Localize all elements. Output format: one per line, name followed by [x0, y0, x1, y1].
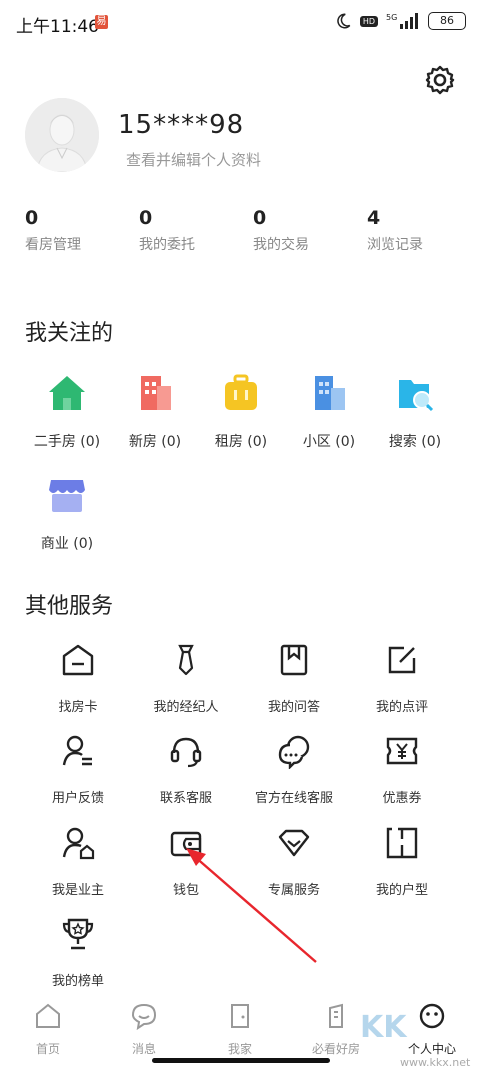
follow-label: 新房 (0) — [128, 434, 182, 450]
follow-second-hand[interactable]: 二手房 (0) — [25, 374, 109, 451]
nav-label: 我家 — [227, 1042, 252, 1056]
profile-icon — [419, 1003, 445, 1029]
status-time: 上午11:46 — [16, 17, 99, 37]
follow-label: 搜索 (0) — [388, 434, 442, 450]
nav-home[interactable]: 首页 — [0, 1002, 96, 1057]
service-my-floor-plan[interactable]: 我的户型 — [342, 825, 462, 898]
stat-value: 4 — [367, 207, 381, 229]
stat-my-transactions[interactable]: 0 我的交易 — [253, 207, 363, 254]
bookmark-icon — [280, 644, 308, 676]
service-my-rankings[interactable]: 我的榜单 — [18, 916, 138, 989]
service-label: 我是业主 — [51, 883, 104, 898]
service-label: 联系客服 — [159, 791, 212, 806]
house-icon — [49, 376, 85, 410]
service-label: 钱包 — [172, 883, 199, 898]
service-label: 找房卡 — [58, 700, 98, 715]
tower-icon — [329, 1003, 343, 1028]
follow-label: 租房 (0) — [214, 434, 268, 450]
follow-label: 小区 (0) — [302, 434, 356, 450]
stat-value: 0 — [139, 207, 153, 229]
username[interactable]: 15****98 — [118, 110, 244, 140]
follow-label: 商业 (0) — [40, 536, 94, 552]
user-feedback-icon — [62, 735, 92, 766]
stat-label: 看房管理 — [25, 237, 81, 253]
home-icon — [36, 1003, 60, 1028]
service-label: 用户反馈 — [51, 791, 104, 806]
service-exclusive-service[interactable]: 专属服务 — [234, 825, 354, 898]
owner-icon — [62, 827, 95, 860]
nav-label: 消息 — [131, 1042, 156, 1056]
floorplan-icon — [386, 827, 418, 859]
service-label: 我的户型 — [375, 883, 428, 898]
services-section-title: 其他服务 — [25, 594, 114, 619]
service-contact-support[interactable]: 联系客服 — [126, 733, 246, 806]
house-card-icon — [62, 644, 94, 676]
diamond-icon — [278, 829, 310, 857]
service-wallet[interactable]: 钱包 — [126, 825, 246, 898]
stat-value: 0 — [25, 207, 39, 229]
notification-icon: 易 — [95, 15, 108, 29]
chat-icon — [278, 735, 310, 770]
stat-label: 我的委托 — [139, 237, 195, 253]
message-icon — [131, 1003, 157, 1031]
service-i-am-owner[interactable]: 我是业主 — [18, 825, 138, 898]
hd-icon: HD — [359, 15, 378, 27]
stat-label: 浏览记录 — [367, 237, 423, 253]
follow-section-title: 我关注的 — [25, 321, 114, 346]
battery-icon: 86 — [428, 12, 466, 30]
status-bar: 上午11:46 易 HD 5G 86 — [0, 0, 480, 44]
follow-community[interactable]: 小区 (0) — [287, 374, 371, 451]
edit-profile-link[interactable]: 查看并编辑个人资料 — [126, 149, 261, 170]
service-my-qa[interactable]: 我的问答 — [234, 642, 354, 715]
nav-messages[interactable]: 消息 — [96, 1002, 192, 1057]
nav-label: 首页 — [35, 1042, 60, 1056]
signal-icon: 5G — [386, 13, 418, 29]
service-my-reviews[interactable]: 我的点评 — [342, 642, 462, 715]
wallet-icon — [170, 831, 202, 857]
stat-my-commission[interactable]: 0 我的委托 — [139, 207, 249, 254]
service-label: 我的点评 — [375, 700, 428, 715]
service-label: 优惠券 — [382, 791, 422, 806]
service-label: 我的榜单 — [51, 974, 104, 989]
headset-icon — [170, 737, 202, 768]
service-house-card[interactable]: 找房卡 — [18, 642, 138, 715]
community-icon — [315, 376, 345, 410]
follow-new-house[interactable]: 新房 (0) — [113, 374, 197, 451]
edit-icon — [388, 646, 416, 674]
trophy-icon — [62, 918, 94, 950]
follow-rental[interactable]: 租房 (0) — [199, 374, 283, 451]
avatar[interactable] — [25, 98, 99, 172]
stat-viewing-management[interactable]: 0 看房管理 — [25, 207, 135, 254]
shop-icon — [49, 480, 85, 512]
stat-browse-history[interactable]: 4 浏览记录 — [367, 207, 477, 254]
stat-value: 0 — [253, 207, 267, 229]
nav-my-home[interactable]: 我家 — [192, 1002, 288, 1057]
service-user-feedback[interactable]: 用户反馈 — [18, 733, 138, 806]
stat-label: 我的交易 — [253, 237, 309, 253]
search-icon — [399, 380, 434, 412]
building-icon — [141, 376, 171, 410]
service-my-agent[interactable]: 我的经纪人 — [126, 642, 246, 715]
service-label: 我的问答 — [267, 700, 320, 715]
service-official-online-support[interactable]: 官方在线客服 — [234, 733, 354, 806]
settings-gear-icon[interactable] — [424, 64, 456, 96]
watermark-logo: KK — [360, 1010, 407, 1045]
service-label: 我的经纪人 — [153, 700, 219, 715]
network-label: 5G — [386, 13, 397, 22]
follow-commercial[interactable]: 商业 (0) — [25, 476, 109, 553]
coupon-icon — [386, 737, 418, 765]
door-icon — [231, 1004, 249, 1028]
moon-icon — [337, 13, 351, 29]
watermark-url: www.kkx.net — [400, 1056, 471, 1069]
suitcase-icon — [225, 374, 257, 410]
follow-label: 二手房 (0) — [33, 434, 101, 450]
tie-icon — [178, 644, 194, 676]
default-avatar-icon — [25, 98, 99, 172]
service-label: 专属服务 — [267, 883, 320, 898]
service-label: 官方在线客服 — [254, 791, 333, 806]
follow-search[interactable]: 搜索 (0) — [373, 374, 457, 451]
home-indicator[interactable] — [152, 1058, 330, 1063]
service-coupons[interactable]: 优惠券 — [342, 733, 462, 806]
